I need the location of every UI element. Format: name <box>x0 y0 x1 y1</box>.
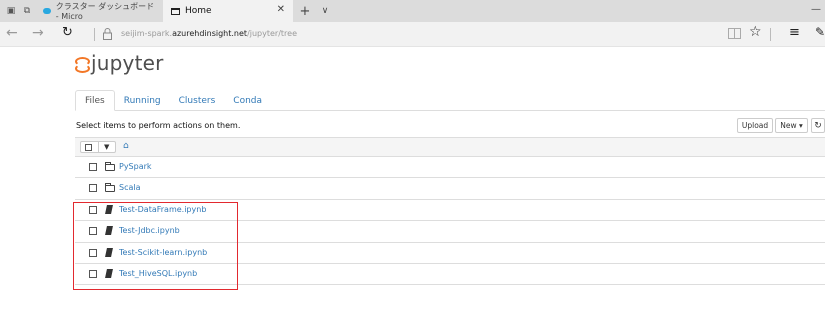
jupyter-logo-icon <box>75 55 90 73</box>
url-prefix: seijim-spark. <box>121 29 173 38</box>
list-item[interactable]: PySpark <box>75 157 825 179</box>
select-all-dropdown[interactable]: ▼ <box>80 141 116 153</box>
jupyter-tabs: Files Running Clusters Conda <box>75 90 271 111</box>
item-checkbox[interactable] <box>89 163 97 171</box>
new-tab-icon[interactable]: + <box>293 0 317 22</box>
tab-preview-icon[interactable]: ▣ <box>3 0 19 22</box>
browser-address-bar: ← → ↻ seijim-spark.azurehdinsight.net/ju… <box>0 22 825 47</box>
tab-conda[interactable]: Conda <box>224 90 271 111</box>
web-note-icon[interactable]: ✎ <box>815 25 825 39</box>
item-link[interactable]: PySpark <box>119 162 152 171</box>
url-host: azurehdinsight.net <box>172 29 248 38</box>
item-link[interactable]: Scala <box>119 183 141 192</box>
forward-arrow-icon[interactable]: → <box>32 25 44 41</box>
tab-running[interactable]: Running <box>115 90 170 111</box>
minimize-window-icon[interactable]: — <box>811 4 821 15</box>
dropdown-divider <box>98 142 99 152</box>
new-dropdown-button[interactable]: New ▾ <box>775 118 808 133</box>
home-icon[interactable]: ⌂ <box>123 141 129 151</box>
tab-files[interactable]: Files <box>75 90 115 111</box>
azure-cloud-icon <box>43 8 51 14</box>
file-list-header: ▼ ⌂ <box>75 138 825 157</box>
folder-icon <box>105 162 115 171</box>
set-tabs-aside-icon[interactable]: ⧉ <box>19 0 35 22</box>
lock-icon <box>103 28 112 40</box>
list-item[interactable]: Scala <box>75 178 825 200</box>
hub-icon[interactable]: ≡ <box>789 25 800 40</box>
tab-title: Home <box>185 6 212 16</box>
upload-button[interactable]: Upload <box>737 118 773 133</box>
url-path: /jupyter/tree <box>247 29 297 38</box>
jupyter-logo-text: jupyter <box>91 51 164 75</box>
item-checkbox[interactable] <box>89 184 97 193</box>
refresh-list-button[interactable]: ↻ <box>811 118 825 133</box>
jupyter-logo[interactable]: jupyter <box>75 51 164 75</box>
instructions-text: Select items to perform actions on them. <box>76 121 241 130</box>
url-field[interactable]: seijim-spark.azurehdinsight.net/jupyter/… <box>121 29 297 38</box>
close-tab-icon[interactable]: ✕ <box>277 4 285 15</box>
browser-tab-cluster-dashboard[interactable]: クラスター ダッシュボード - Micro <box>35 0 163 22</box>
favorite-star-icon[interactable]: ☆ <box>749 24 762 40</box>
back-arrow-icon[interactable]: ← <box>6 25 18 41</box>
browser-tab-strip: ▣ ⧉ クラスター ダッシュボード - Micro Home ✕ + ∨ — <box>0 0 825 22</box>
folder-icon <box>105 183 115 193</box>
reading-view-icon[interactable] <box>728 28 741 39</box>
select-all-checkbox[interactable] <box>85 144 92 151</box>
browser-tab-home[interactable]: Home ✕ <box>163 0 293 22</box>
highlight-box-notebooks <box>73 202 238 290</box>
toolbar-divider <box>770 28 771 41</box>
caret-down-icon[interactable]: ▼ <box>104 143 109 151</box>
tab-clusters[interactable]: Clusters <box>170 90 225 111</box>
page-icon <box>171 7 180 15</box>
toolbar-divider <box>94 28 95 41</box>
tab-title: クラスター ダッシュボード - Micro <box>55 2 155 21</box>
refresh-icon[interactable]: ↻ <box>62 25 73 40</box>
tab-list-chevron-icon[interactable]: ∨ <box>317 0 333 22</box>
